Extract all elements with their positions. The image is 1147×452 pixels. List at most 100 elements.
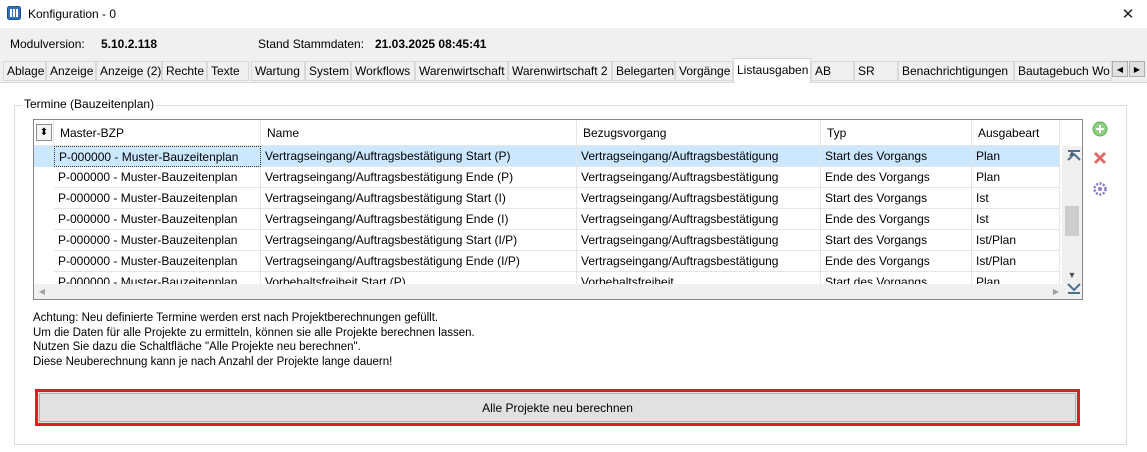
- delete-button[interactable]: [1091, 149, 1109, 167]
- cell-bezugsvorgang: Vertragseingang/Auftragsbestätigung: [577, 188, 821, 209]
- cell-master-bzp: P-000000 - Muster-Bauzeitenplan: [54, 209, 261, 230]
- settings-icon: [1093, 182, 1107, 196]
- arrow-left-icon: ◀: [1116, 64, 1124, 74]
- sort-button[interactable]: ⬍: [36, 124, 52, 141]
- add-icon: [1092, 121, 1108, 137]
- tab-scroll-left-button[interactable]: ◀: [1112, 61, 1128, 77]
- stand-stammdaten-label: Stand Stammdaten:: [258, 37, 365, 51]
- table-body: P-000000 - Muster-Bauzeitenplan Vertrags…: [34, 146, 1064, 286]
- cell-ausgabeart: Ist: [972, 188, 1060, 209]
- tab-warenwirtschaft-2[interactable]: Warenwirtschaft 2: [508, 61, 612, 81]
- cell-bezugsvorgang: Vertragseingang/Auftragsbestätigung: [577, 230, 821, 251]
- delete-icon: [1093, 151, 1107, 165]
- chevron-down-icon: ▼: [1067, 270, 1077, 280]
- cell-master-bzp: P-000000 - Muster-Bauzeitenplan: [54, 251, 261, 272]
- tab-warenwirtschaft[interactable]: Warenwirtschaft: [415, 61, 508, 81]
- header-sort-cell: ⬍: [34, 120, 54, 146]
- cell-ausgabeart: Plan: [972, 167, 1060, 188]
- table-row[interactable]: P-000000 - Muster-Bauzeitenplan Vertrags…: [34, 188, 1060, 209]
- cell-typ: Start des Vorgangs: [821, 146, 972, 167]
- cell-typ: Start des Vorgangs: [821, 230, 972, 251]
- close-icon: ✕: [1121, 6, 1135, 23]
- tab-ablage[interactable]: Ablage: [3, 61, 46, 81]
- stand-stammdaten-value: 21.03.2025 08:45:41: [375, 37, 487, 51]
- table-horizontal-scrollbar[interactable]: ◀ ▶: [34, 284, 1064, 299]
- column-header-name[interactable]: Name: [261, 120, 577, 146]
- column-header-ausgabeart[interactable]: Ausgabeart: [972, 120, 1060, 146]
- cell-name: Vertragseingang/Auftragsbestätigung Ende…: [261, 251, 577, 272]
- recalculate-all-projects-button[interactable]: Alle Projekte neu berechnen: [35, 389, 1080, 426]
- cell-ausgabeart: Ist/Plan: [972, 251, 1060, 272]
- tab-texte[interactable]: Texte: [207, 61, 249, 81]
- table-row[interactable]: P-000000 - Muster-Bauzeitenplan Vertrags…: [34, 209, 1060, 230]
- cell-name: Vertragseingang/Auftragsbestätigung Star…: [261, 188, 577, 209]
- groupbox-title: Termine (Bauzeitenplan): [22, 97, 157, 111]
- cell-ausgabeart: Ist: [972, 209, 1060, 230]
- table-row[interactable]: P-000000 - Muster-Bauzeitenplan Vertrags…: [34, 251, 1060, 272]
- note-line: Nutzen Sie dazu die Schaltfläche "Alle P…: [33, 341, 361, 353]
- cell-bezugsvorgang: Vertragseingang/Auftragsbestätigung: [577, 146, 821, 167]
- note-line: Diese Neuberechnung kann je nach Anzahl …: [33, 355, 393, 368]
- info-notes: Achtung: Neu definierte Termine werden e…: [33, 311, 475, 369]
- cell-typ: Start des Vorgangs: [821, 188, 972, 209]
- table-row[interactable]: P-000000 - Muster-Bauzeitenplan Vertrags…: [34, 167, 1060, 188]
- column-header-bezugsvorgang[interactable]: Bezugsvorgang: [577, 120, 821, 146]
- tab-bautagebuch[interactable]: Bautagebuch Wo: [1014, 61, 1112, 81]
- recalculate-button-label: Alle Projekte neu berechnen: [482, 400, 633, 415]
- add-button[interactable]: [1091, 120, 1109, 138]
- tab-sr[interactable]: SR: [854, 61, 898, 81]
- cell-typ: Ende des Vorgangs: [821, 209, 972, 230]
- cell-name: Vertragseingang/Auftragsbestätigung Ende…: [261, 209, 577, 230]
- arrow-right-icon: ▶: [1133, 64, 1141, 74]
- tab-strip: Ablage Anzeige Anzeige (2) Rechte Texte …: [0, 58, 1147, 83]
- table-header: ⬍ Master-BZP Name Bezugsvorgang Typ Ausg…: [34, 120, 1064, 146]
- cell-master-bzp: P-000000 - Muster-Bauzeitenplan: [54, 230, 261, 251]
- scroll-left-button[interactable]: ◀: [34, 284, 50, 299]
- tab-vorgaenge[interactable]: Vorgänge: [675, 61, 733, 81]
- settings-button[interactable]: [1091, 180, 1109, 198]
- table-row[interactable]: P-000000 - Muster-Bauzeitenplan Vertrags…: [34, 230, 1060, 251]
- note-line: Um die Daten für alle Projekte zu ermitt…: [33, 326, 475, 339]
- tab-ab[interactable]: AB: [811, 61, 854, 81]
- cell-typ: Ende des Vorgangs: [821, 251, 972, 272]
- tab-listausgaben[interactable]: Listausgaben: [733, 58, 811, 83]
- close-button[interactable]: ✕: [1109, 0, 1147, 28]
- column-header-master-bzp[interactable]: Master-BZP: [54, 120, 261, 146]
- cell-typ: Ende des Vorgangs: [821, 167, 972, 188]
- tab-wartung[interactable]: Wartung: [251, 61, 305, 81]
- cell-ausgabeart: Plan: [972, 146, 1060, 167]
- note-line: Achtung: Neu definierte Termine werden e…: [33, 312, 439, 324]
- tab-scroll-right-button[interactable]: ▶: [1129, 61, 1145, 77]
- cell-name: Vertragseingang/Auftragsbestätigung Star…: [261, 230, 577, 251]
- chevron-right-icon: ▶: [1052, 287, 1060, 296]
- title-bar: Konfiguration - 0 ✕: [0, 0, 1147, 28]
- table-row[interactable]: P-000000 - Muster-Bauzeitenplan Vertrags…: [34, 146, 1060, 167]
- tab-belegarten[interactable]: Belegarten: [612, 61, 675, 81]
- modulversion-value: 5.10.2.118: [101, 37, 158, 51]
- cell-bezugsvorgang: Vertragseingang/Auftragsbestätigung: [577, 167, 821, 188]
- sort-icon: ⬍: [39, 126, 49, 138]
- move-to-bottom-icon[interactable]: [1066, 281, 1082, 295]
- tab-benachrichtigungen[interactable]: Benachrichtigungen: [898, 61, 1014, 81]
- chevron-left-icon: ◀: [38, 287, 46, 296]
- info-bar: Modulversion: 5.10.2.118 Stand Stammdate…: [0, 28, 1147, 58]
- cell-name: Vertragseingang/Auftragsbestätigung Ende…: [261, 167, 577, 188]
- window-title: Konfiguration - 0: [28, 7, 117, 21]
- tab-anzeige[interactable]: Anzeige: [46, 61, 96, 81]
- termine-table: ⬍ Master-BZP Name Bezugsvorgang Typ Ausg…: [33, 119, 1083, 300]
- cell-ausgabeart: Ist/Plan: [972, 230, 1060, 251]
- tab-rechte[interactable]: Rechte: [162, 61, 207, 81]
- tab-system[interactable]: System: [305, 61, 351, 81]
- cell-name: Vertragseingang/Auftragsbestätigung Star…: [261, 146, 577, 167]
- tab-anzeige-2[interactable]: Anzeige (2): [96, 61, 162, 81]
- app-icon: [7, 6, 21, 20]
- cell-master-bzp: P-000000 - Muster-Bauzeitenplan: [54, 188, 261, 209]
- table-vertical-scrollbar[interactable]: ▲ ▼: [1062, 146, 1082, 284]
- cell-master-bzp: P-000000 - Muster-Bauzeitenplan: [54, 167, 261, 188]
- cell-bezugsvorgang: Vertragseingang/Auftragsbestätigung: [577, 251, 821, 272]
- move-to-top-icon[interactable]: [1066, 149, 1082, 163]
- scroll-thumb[interactable]: [1065, 206, 1079, 236]
- tab-workflows[interactable]: Workflows: [351, 61, 415, 81]
- column-header-typ[interactable]: Typ: [821, 120, 972, 146]
- scroll-down-button[interactable]: ▼: [1062, 268, 1082, 282]
